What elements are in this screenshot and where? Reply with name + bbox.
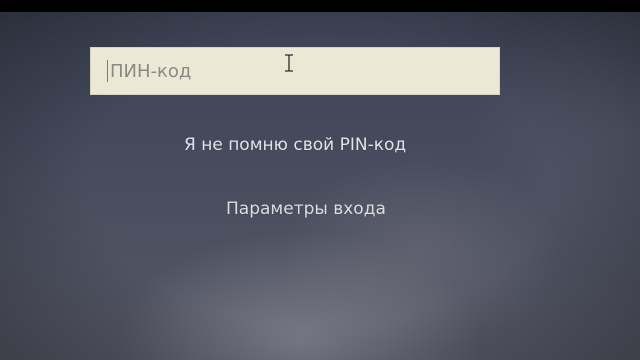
- pin-field[interactable]: [90, 47, 500, 95]
- lock-screen: Я не помню свой PIN-код Параметры входа: [0, 12, 640, 360]
- sign-in-options-link[interactable]: Параметры входа: [226, 199, 386, 219]
- text-caret: [107, 60, 108, 82]
- letterbox-bar: [0, 0, 640, 12]
- pin-input[interactable]: [110, 60, 480, 82]
- text-ibeam-cursor-icon: [285, 54, 293, 72]
- photo-frame: Я не помню свой PIN-код Параметры входа: [0, 0, 640, 360]
- forgot-pin-link[interactable]: Я не помню свой PIN-код: [184, 135, 406, 155]
